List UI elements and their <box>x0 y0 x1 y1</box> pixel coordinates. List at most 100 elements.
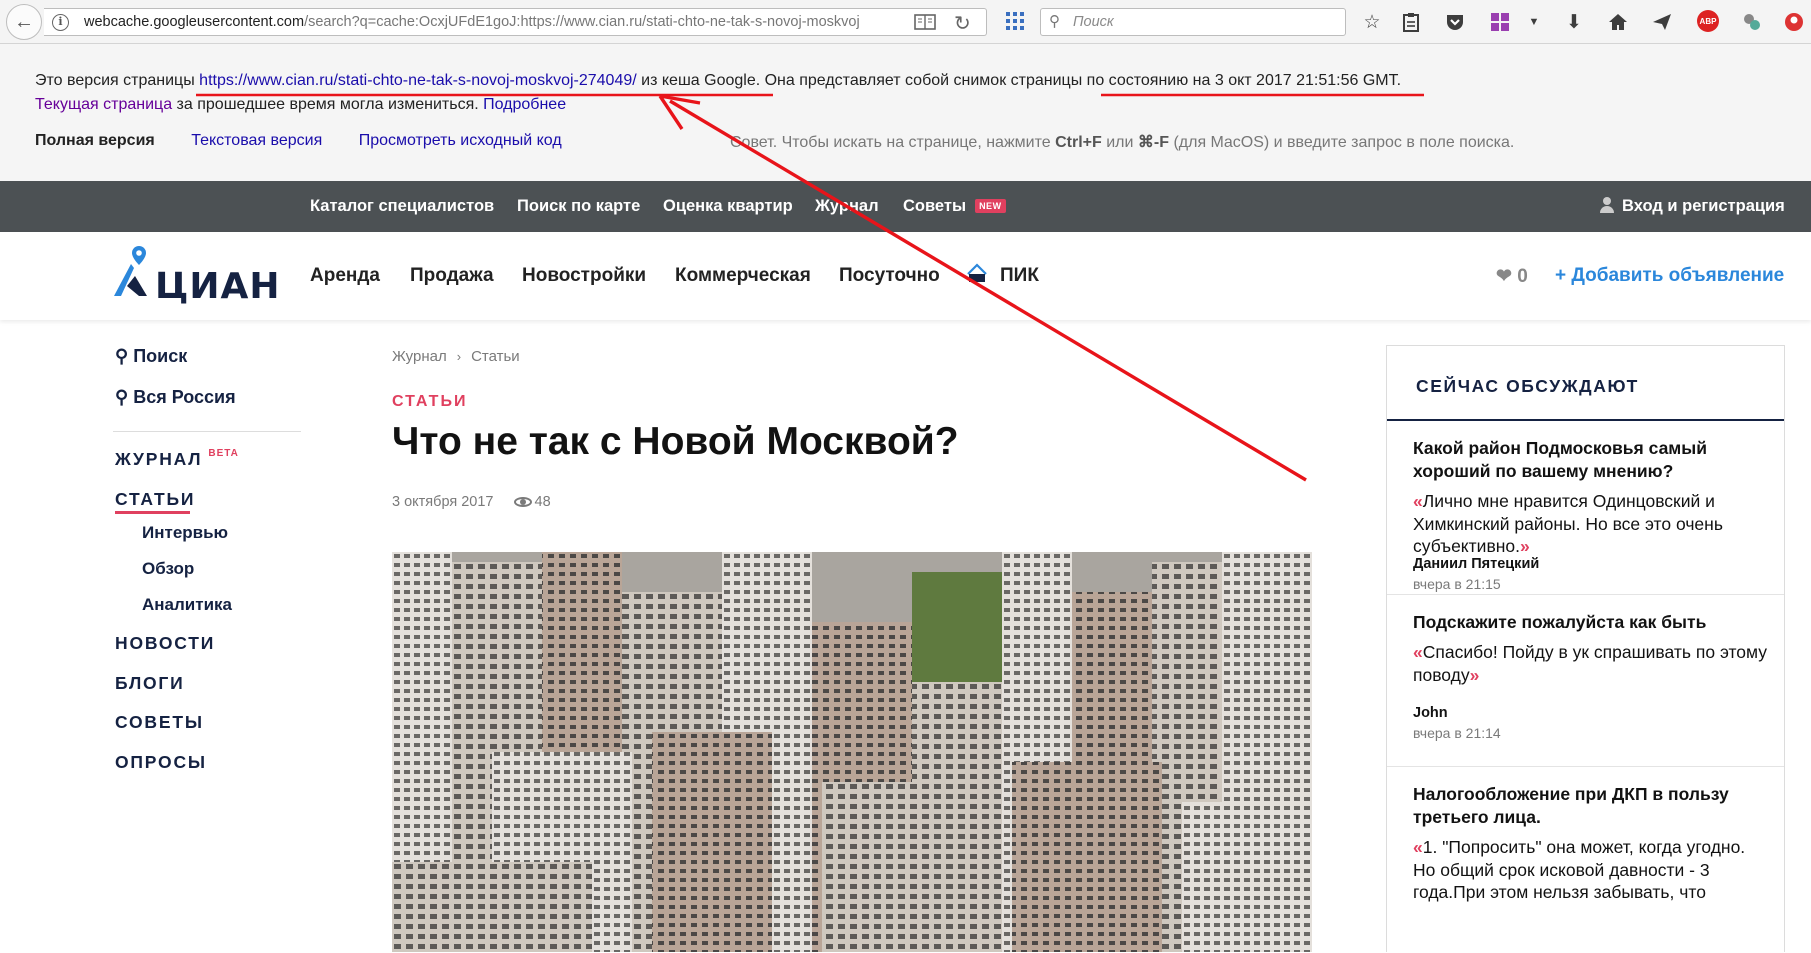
nav-commercial[interactable]: Коммерческая <box>675 265 811 287</box>
send-icon[interactable] <box>1650 10 1674 34</box>
section-journal[interactable]: ЖУРНАЛ BETA <box>115 448 239 470</box>
nav-sale[interactable]: Продажа <box>410 265 494 287</box>
topnav-map-search[interactable]: Поиск по карте <box>517 197 640 216</box>
quote-close-icon: » <box>1469 664 1480 685</box>
comment-time: вчера в 21:14 <box>1413 725 1501 741</box>
main-navigation: ЦИАН Аренда Продажа Новостройки Коммерче… <box>0 232 1811 320</box>
heart-icon: ❤ <box>1496 266 1512 287</box>
section-blogs[interactable]: БЛОГИ <box>115 673 185 694</box>
topnav-valuation[interactable]: Оценка квартир <box>663 197 793 216</box>
new-badge: NEW <box>975 199 1006 213</box>
discussion-item[interactable]: Налогообложение при ДКП в пользу третьег… <box>1387 767 1784 953</box>
sub-analytics[interactable]: Аналитика <box>142 595 232 615</box>
eye-icon <box>513 497 532 507</box>
puzzle-icon[interactable] <box>1740 10 1764 34</box>
chevron-down-icon[interactable]: ▼ <box>1522 10 1546 34</box>
section-polls[interactable]: ОПРОСЫ <box>115 752 207 773</box>
left-search-link[interactable]: ⚲ Поиск <box>115 346 187 367</box>
topnav-journal[interactable]: Журнал <box>815 197 879 216</box>
discussion-item[interactable]: Какой район Подмосковья самый хороший по… <box>1387 421 1784 595</box>
cache-info-line: Это версия страницы https://www.cian.ru/… <box>35 72 1401 90</box>
snapshot-date: по состоянию на 3 окт 2017 21:51:56 GMT. <box>1086 72 1402 89</box>
discussion-question[interactable]: Какой район Подмосковья самый хороший по… <box>1413 437 1763 483</box>
topnav-catalog[interactable]: Каталог специалистов <box>310 197 494 216</box>
pocket-icon[interactable] <box>1443 10 1467 34</box>
sidebar-title: СЕЙЧАС ОБСУЖДАЮТ <box>1416 376 1639 396</box>
url-text[interactable]: webcache.googleusercontent.com/search?q=… <box>84 14 924 30</box>
search-tip: Совет. Чтобы искать на странице, нажмите… <box>730 132 1514 152</box>
more-info-link[interactable]: Подробнее <box>483 96 566 113</box>
sidebar-header: СЕЙЧАС ОБСУЖДАЮТ <box>1387 346 1784 421</box>
comment-author[interactable]: John <box>1413 705 1448 721</box>
chevron-right-icon: › <box>456 349 462 364</box>
changed-text: за прошедшее время могла измениться. <box>176 96 479 113</box>
view-count: 48 <box>534 494 551 510</box>
view-source-link[interactable]: Просмотреть исходный код <box>359 132 562 149</box>
search-placeholder: Поиск <box>1073 14 1114 30</box>
current-page-link[interactable]: Текущая страница <box>35 96 172 113</box>
extensions-icon[interactable] <box>1488 10 1512 34</box>
discussion-sidebar: СЕЙЧАС ОБСУЖДАЮТ Какой район Подмосковья… <box>1386 345 1785 952</box>
browser-search-input[interactable]: ⚲ Поиск <box>1040 8 1346 36</box>
favorites-button[interactable]: ❤ 0 <box>1496 265 1528 288</box>
discussion-question[interactable]: Налогообложение при ДКП в пользу третьег… <box>1413 783 1763 829</box>
address-bar[interactable]: i webcache.googleusercontent.com/search?… <box>44 8 987 36</box>
apps-icon[interactable] <box>1006 12 1024 30</box>
cache-source: из кеша Google. <box>641 72 761 89</box>
cache-version-links: Полная версия Текстовая версия Просмотре… <box>35 132 594 150</box>
left-sidebar-nav: ⚲ Поиск ⚲ Вся Россия ЖУРНАЛ BETA СТАТЬИ И… <box>0 320 320 952</box>
star-icon[interactable]: ☆ <box>1360 10 1384 34</box>
sub-interview[interactable]: Интервью <box>142 523 228 543</box>
add-listing-button[interactable]: + Добавить объявление <box>1555 265 1784 287</box>
discussion-comment: «Лично мне нравится Одинцовский и Химкин… <box>1413 490 1768 558</box>
region-selector[interactable]: ⚲ Вся Россия <box>115 387 236 408</box>
nav-new-buildings[interactable]: Новостройки <box>522 265 646 287</box>
section-tips[interactable]: СОВЕТЫ <box>115 712 204 733</box>
comment-author[interactable]: Даниил Пятецкий <box>1413 556 1539 572</box>
article-date: 3 октября 2017 <box>392 494 494 510</box>
cache-prefix: Это версия страницы <box>35 72 195 89</box>
comment-text: Лично мне нравится Одинцовский и Химкинс… <box>1413 491 1723 556</box>
breadcrumb-journal[interactable]: Журнал <box>392 348 447 365</box>
info-icon[interactable]: i <box>52 14 69 31</box>
sub-review[interactable]: Обзор <box>142 559 194 579</box>
comment-text: 1. "Попросить" она может, когда угодно. … <box>1413 837 1746 902</box>
text-version-link[interactable]: Текстовая версия <box>191 132 322 149</box>
breadcrumb-articles[interactable]: Статьи <box>471 348 520 365</box>
search-icon: ⚲ <box>115 346 129 366</box>
region-label: Вся Россия <box>133 387 236 407</box>
adblock-icon[interactable]: ABP <box>1697 10 1719 32</box>
discussion-question[interactable]: Подскажите пожалуйста как быть <box>1413 611 1763 634</box>
google-cache-notice: Это версия страницы https://www.cian.ru/… <box>0 44 1811 181</box>
section-articles[interactable]: СТАТЬИ <box>115 489 195 510</box>
article-category[interactable]: СТАТЬИ <box>392 393 467 411</box>
logo-text: ЦИАН <box>155 266 281 307</box>
comment-time: вчера в 21:15 <box>1413 576 1501 592</box>
clipboard-icon[interactable] <box>1399 10 1423 34</box>
nav-daily[interactable]: Посуточно <box>839 265 940 287</box>
quote-open-icon: « <box>1413 642 1423 662</box>
tip-key-cmd-f: ⌘-F <box>1137 134 1169 151</box>
home-icon[interactable] <box>1606 10 1630 34</box>
tip-or: или <box>1106 134 1134 151</box>
back-arrow-icon[interactable]: ← <box>6 4 42 40</box>
cian-logo[interactable]: ЦИАН <box>113 244 280 307</box>
reader-icon[interactable] <box>914 13 936 31</box>
topnav-tips[interactable]: Советы NEW <box>903 197 1006 216</box>
nav-rent[interactable]: Аренда <box>310 265 380 287</box>
full-version-link[interactable]: Полная версия <box>35 132 155 149</box>
divider <box>113 431 301 432</box>
quote-open-icon: « <box>1413 491 1423 511</box>
download-icon[interactable]: ⬇ <box>1562 10 1586 34</box>
login-button[interactable]: Вход и регистрация <box>1600 197 1785 216</box>
left-search-label: Поиск <box>133 346 188 366</box>
cache-info-line-2: Текущая страница за прошедшее время могл… <box>35 96 566 114</box>
discussion-item[interactable]: Подскажите пожалуйста как быть «Спасибо!… <box>1387 595 1784 767</box>
section-news[interactable]: НОВОСТИ <box>115 633 215 654</box>
profile-icon[interactable] <box>1782 10 1806 34</box>
browser-toolbar: ← i webcache.googleusercontent.com/searc… <box>0 0 1811 44</box>
nav-pik[interactable]: ПИК <box>1000 265 1039 287</box>
reload-icon[interactable]: ↻ <box>954 11 971 36</box>
cached-page-link[interactable]: https://www.cian.ru/stati-chto-ne-tak-s-… <box>199 72 637 89</box>
location-pin-icon: ⚲ <box>115 387 129 407</box>
